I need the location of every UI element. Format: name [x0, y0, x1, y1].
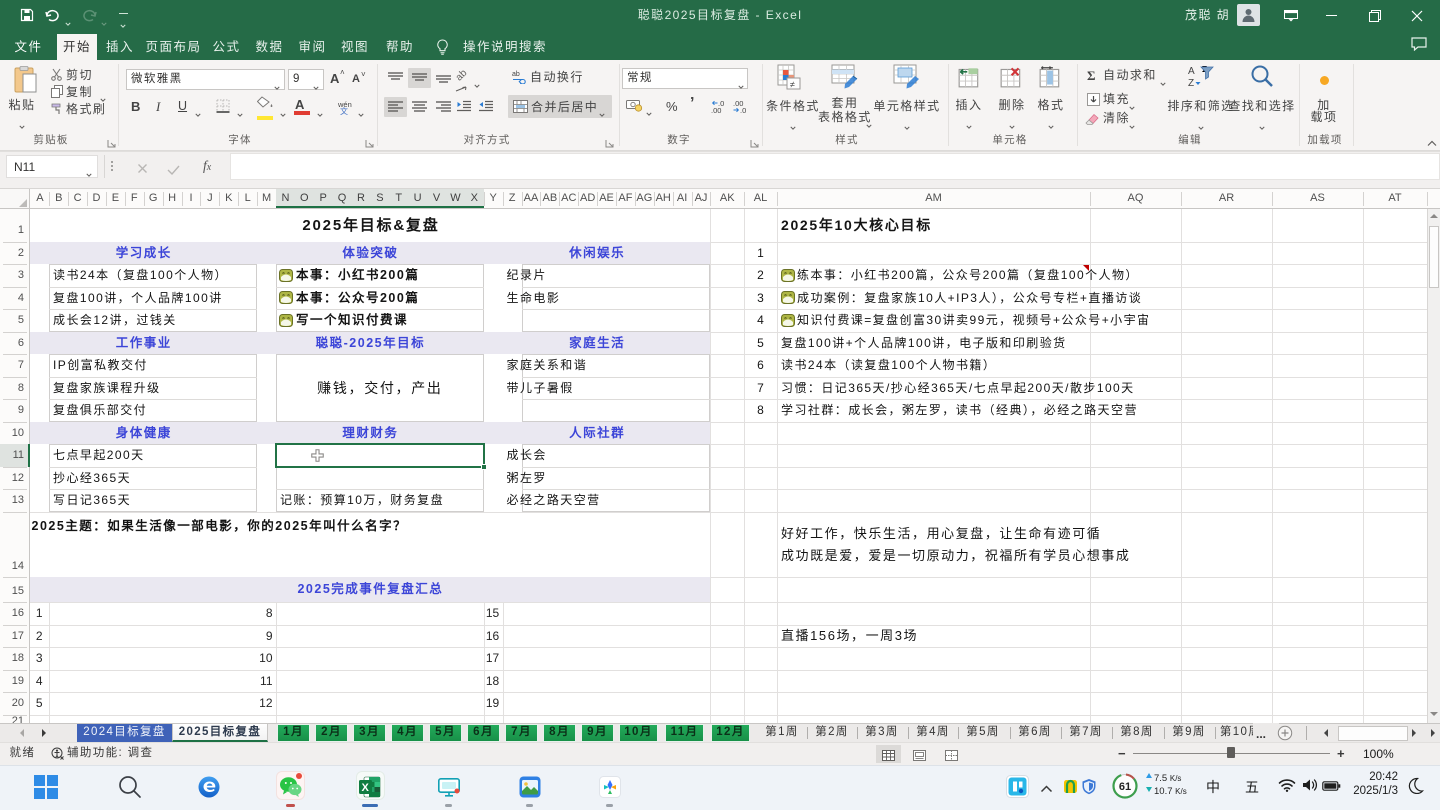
- svg-text:≠: ≠: [790, 80, 795, 90]
- svg-text:ab: ab: [512, 71, 520, 78]
- svg-text:A: A: [1188, 66, 1195, 77]
- svg-text:Z: Z: [1188, 78, 1194, 89]
